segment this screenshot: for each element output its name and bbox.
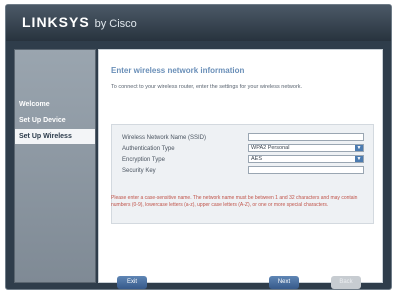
sidebar-item-set-up-wireless[interactable]: Set Up Wireless bbox=[15, 129, 95, 144]
encryption-type-select[interactable]: AES ▼ bbox=[248, 155, 364, 163]
ssid-requirements-note: Please enter a case-sensitive name. The … bbox=[111, 195, 358, 208]
page-title: Enter wireless network information bbox=[111, 66, 245, 75]
main-content: Enter wireless network information To co… bbox=[98, 49, 383, 289]
ssid-input[interactable] bbox=[248, 133, 364, 141]
ssid-label: Wireless Network Name (SSID) bbox=[122, 135, 207, 141]
security-key-input[interactable] bbox=[248, 166, 364, 174]
network-settings-panel: Wireless Network Name (SSID) Authenticat… bbox=[111, 124, 374, 224]
setup-window: LINKSYS by Cisco Welcome Set Up Device S… bbox=[5, 4, 392, 290]
encryption-type-value: AES bbox=[251, 156, 263, 162]
next-button[interactable]: Next bbox=[269, 276, 299, 289]
logo-suffix: by Cisco bbox=[94, 18, 137, 30]
encryption-type-label: Encryption Type bbox=[122, 157, 165, 163]
sidebar-item-set-up-device[interactable]: Set Up Device bbox=[15, 113, 95, 128]
auth-type-label: Authentication Type bbox=[122, 146, 175, 152]
chevron-down-icon: ▼ bbox=[355, 145, 363, 151]
auth-type-value: WPA2 Personal bbox=[251, 145, 290, 151]
exit-button[interactable]: Exit bbox=[117, 276, 147, 289]
title-bar: LINKSYS by Cisco bbox=[6, 5, 391, 41]
sidebar-item-welcome[interactable]: Welcome bbox=[15, 97, 95, 112]
back-button[interactable]: Back bbox=[331, 276, 361, 289]
linksys-logo: LINKSYS by Cisco bbox=[22, 14, 137, 30]
security-key-label: Security Key bbox=[122, 168, 156, 174]
chevron-down-icon: ▼ bbox=[355, 156, 363, 162]
auth-type-select[interactable]: WPA2 Personal ▼ bbox=[248, 144, 364, 152]
logo-text: LINKSYS bbox=[22, 14, 90, 30]
sidebar: Welcome Set Up Device Set Up Wireless bbox=[14, 49, 96, 283]
intro-text: To connect to your wireless router, ente… bbox=[111, 84, 303, 90]
